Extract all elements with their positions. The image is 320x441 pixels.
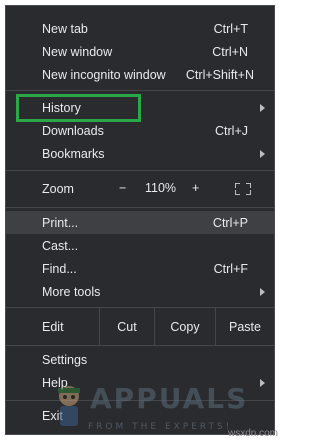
menu-item-shortcut: Ctrl+F bbox=[213, 261, 248, 276]
menu-item-label: Print... bbox=[42, 215, 79, 230]
menu-item-label: New window bbox=[42, 44, 113, 59]
copy-button[interactable]: Copy bbox=[155, 308, 215, 345]
source-watermark: wsxdn.com bbox=[227, 428, 278, 439]
submenu-arrow-icon bbox=[260, 104, 265, 112]
menu-item-settings[interactable]: Settings bbox=[6, 348, 274, 371]
menu-item-shortcut: Ctrl+Shift+N bbox=[185, 67, 254, 82]
menu-separator bbox=[6, 207, 274, 208]
menu-item-label: Find... bbox=[42, 261, 77, 276]
menu-separator bbox=[6, 90, 274, 91]
zoom-level: 110% bbox=[145, 181, 177, 195]
menu-item-cast[interactable]: Cast... bbox=[6, 234, 274, 257]
menu-item-find[interactable]: Find... Ctrl+F bbox=[6, 257, 274, 280]
menu-item-new-incognito[interactable]: New incognito window Ctrl+Shift+N bbox=[6, 63, 274, 86]
menu-item-label: Bookmarks bbox=[42, 146, 105, 161]
menu-item-label: Cast... bbox=[42, 238, 79, 253]
menu-separator bbox=[6, 345, 274, 346]
menu-item-shortcut: Ctrl+P bbox=[212, 215, 248, 230]
menu-item-zoom: Zoom − 110% + bbox=[6, 171, 274, 207]
menu-item-label: Help bbox=[42, 375, 68, 390]
menu-item-label: Settings bbox=[42, 352, 88, 367]
fullscreen-icon[interactable] bbox=[235, 183, 251, 195]
edit-label: Edit bbox=[42, 319, 64, 334]
history-highlight-box bbox=[16, 94, 141, 122]
menu-item-help[interactable]: Help bbox=[6, 371, 274, 394]
menu-item-print[interactable]: Print... Ctrl+P bbox=[6, 211, 274, 234]
menu-item-new-tab[interactable]: New tab Ctrl+T bbox=[6, 17, 274, 40]
menu-item-label: Exit bbox=[42, 408, 63, 423]
zoom-in-button[interactable]: + bbox=[192, 181, 199, 195]
cut-label: Cut bbox=[117, 319, 137, 334]
menu-separator bbox=[6, 400, 274, 401]
menu-item-shortcut: Ctrl+T bbox=[213, 21, 248, 36]
submenu-arrow-icon bbox=[260, 288, 265, 296]
menu-item-exit[interactable]: Exit bbox=[6, 404, 274, 427]
zoom-label: Zoom bbox=[42, 182, 74, 196]
menu-item-bookmarks[interactable]: Bookmarks bbox=[6, 142, 274, 165]
copy-label: Copy bbox=[170, 319, 200, 334]
paste-button[interactable]: Paste bbox=[216, 308, 274, 345]
zoom-out-button[interactable]: − bbox=[119, 181, 126, 195]
menu-item-label: More tools bbox=[42, 284, 101, 299]
menu-item-more-tools[interactable]: More tools bbox=[6, 280, 274, 303]
menu-item-shortcut: Ctrl+N bbox=[212, 44, 248, 59]
chrome-main-menu: New tab Ctrl+T New window Ctrl+N New inc… bbox=[5, 5, 275, 435]
menu-item-new-window[interactable]: New window Ctrl+N bbox=[6, 40, 274, 63]
menu-item-shortcut: Ctrl+J bbox=[215, 123, 248, 138]
menu-item-label: New incognito window bbox=[42, 67, 166, 82]
menu-item-edit: Edit Cut Copy Paste bbox=[6, 308, 274, 345]
submenu-arrow-icon bbox=[260, 379, 265, 387]
menu-item-label: New tab bbox=[42, 21, 88, 36]
menu-item-label: Downloads bbox=[42, 123, 104, 138]
menu-item-downloads[interactable]: Downloads Ctrl+J bbox=[6, 119, 274, 142]
cut-button[interactable]: Cut bbox=[100, 308, 154, 345]
submenu-arrow-icon bbox=[260, 150, 265, 158]
paste-label: Paste bbox=[229, 319, 261, 334]
